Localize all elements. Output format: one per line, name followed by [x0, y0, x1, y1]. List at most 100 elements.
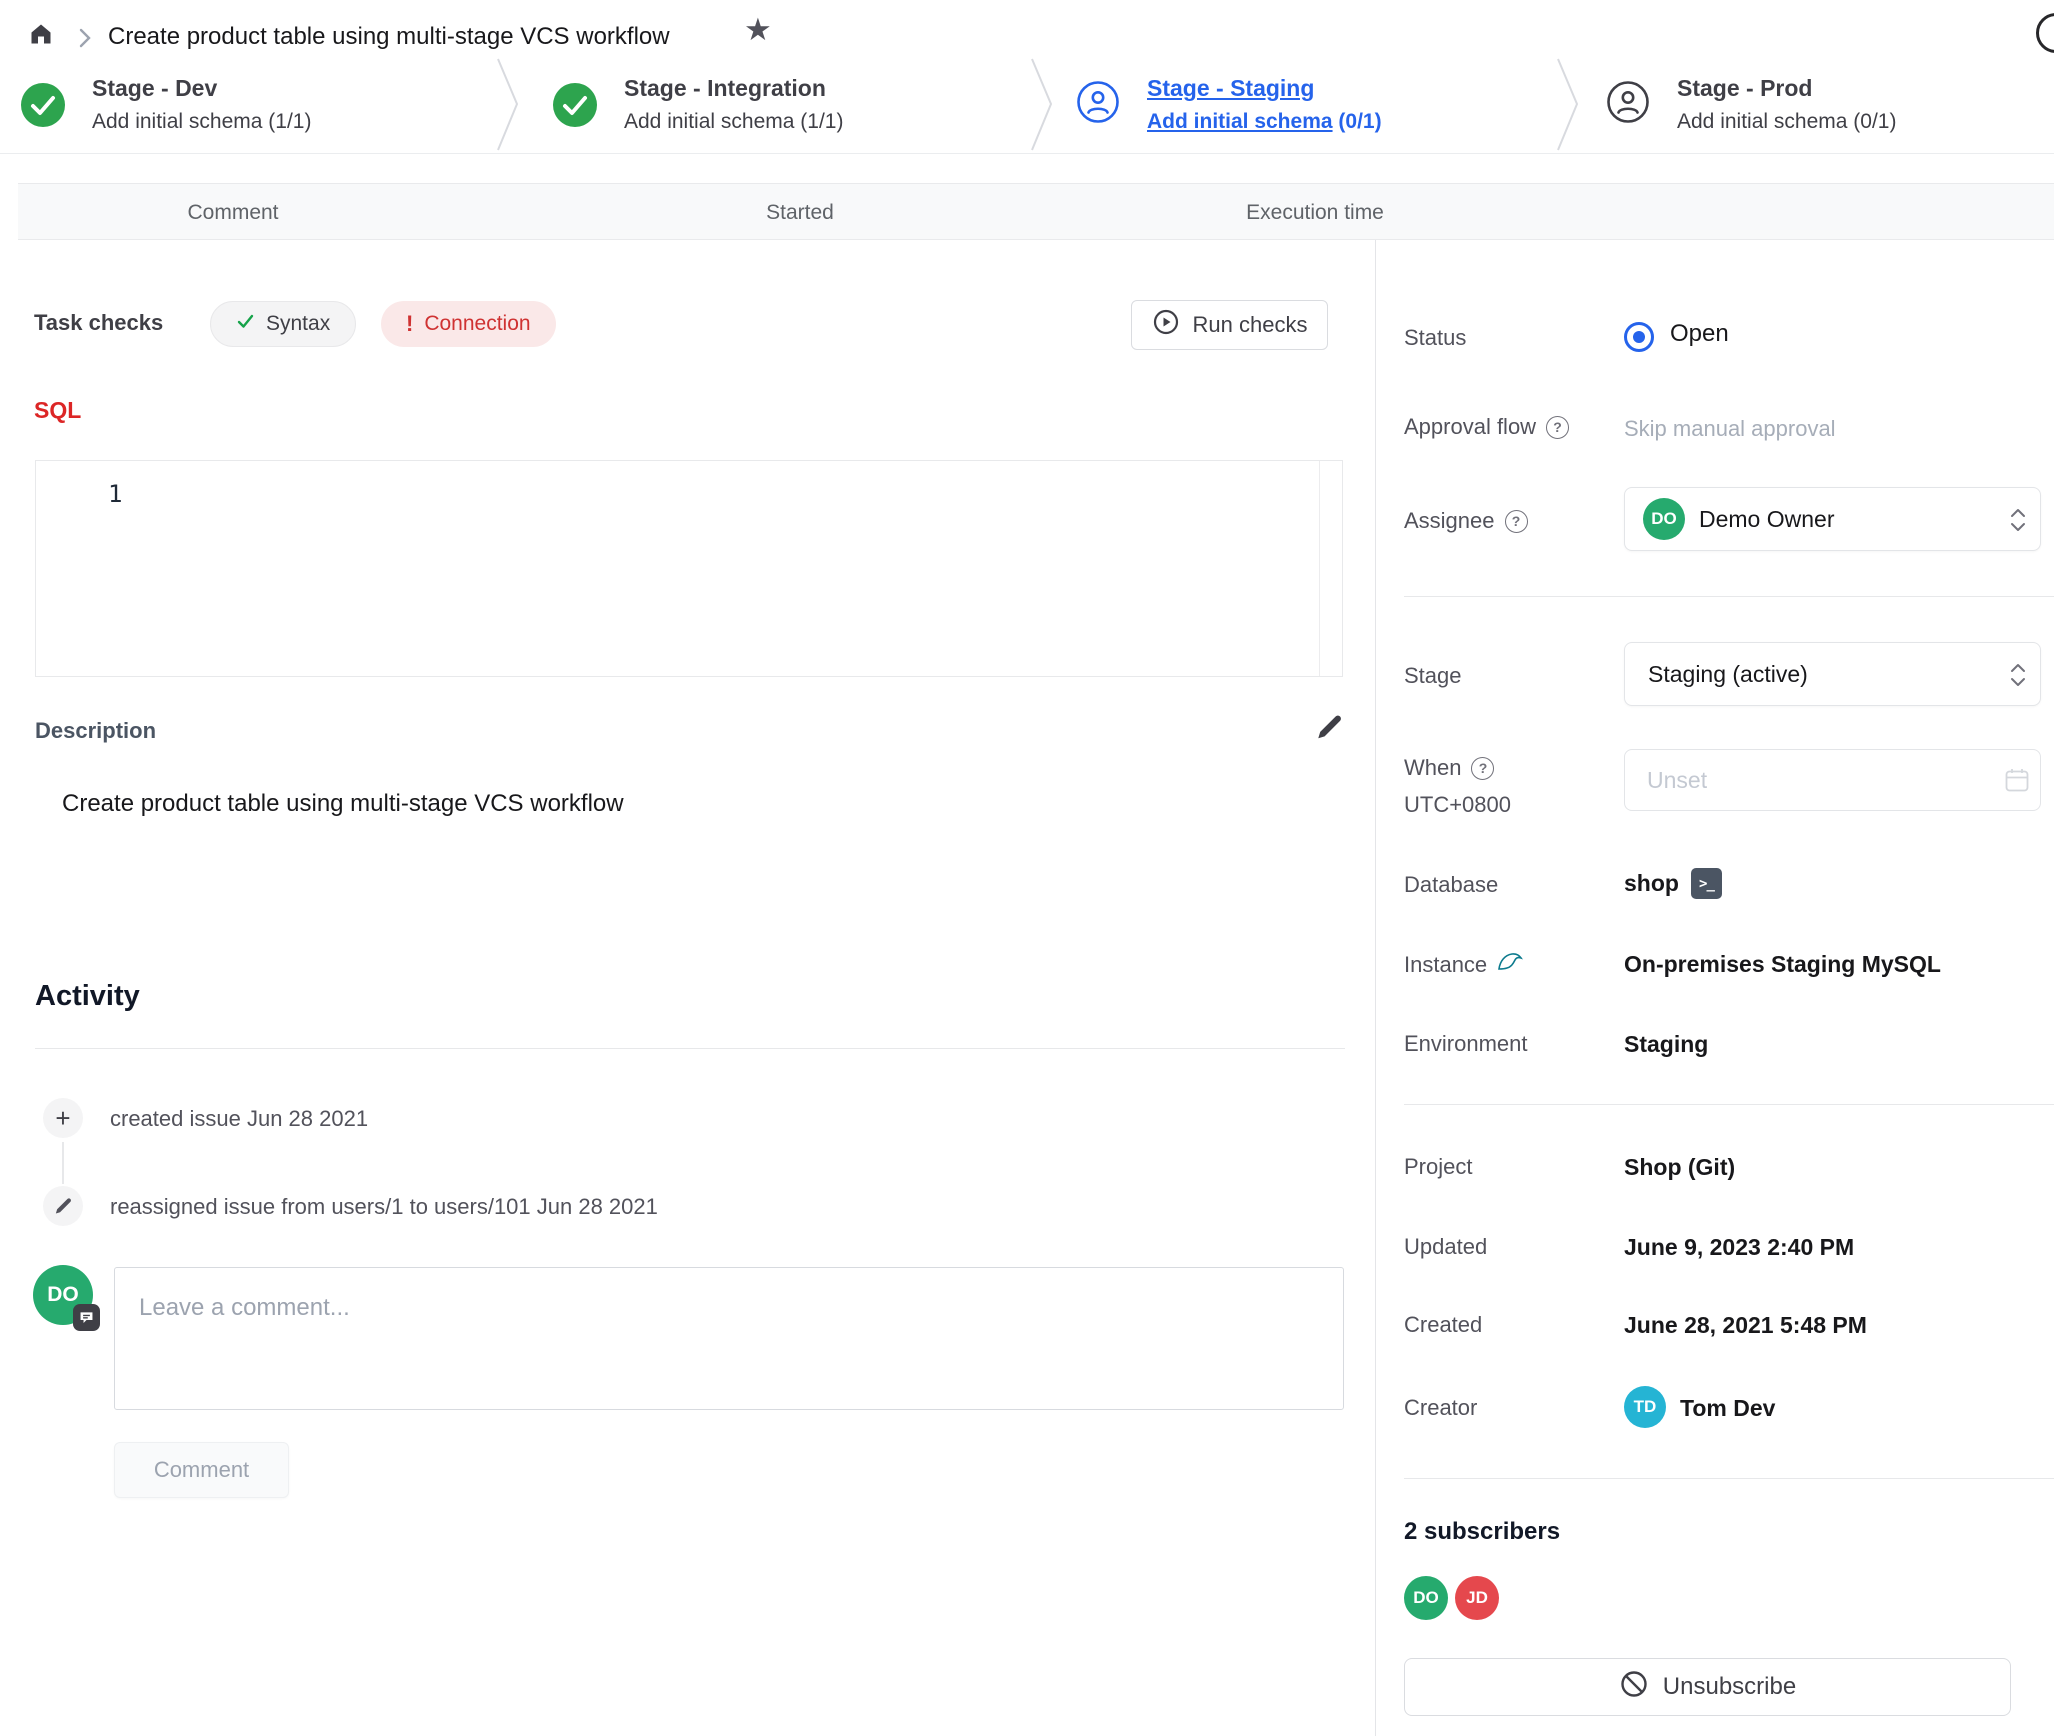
chevron-up-down-icon — [2010, 506, 2026, 539]
home-icon[interactable] — [28, 21, 54, 52]
stage-title[interactable]: Stage - Staging — [1147, 75, 1382, 102]
stage-separator-icon — [1556, 57, 1580, 157]
updated-label: Updated — [1404, 1234, 1487, 1260]
database-link[interactable]: shop >_ — [1624, 868, 1722, 899]
approval-flow-label: Approval flow ? — [1404, 414, 1569, 440]
stage-item-dev[interactable]: Stage - Dev Add initial schema (1/1) — [21, 55, 311, 154]
divider — [1404, 1478, 2054, 1479]
plus-icon: + — [43, 1098, 83, 1138]
sql-editor[interactable]: 1 — [35, 460, 1343, 677]
status-label: Status — [1404, 325, 1466, 351]
comment-input[interactable] — [114, 1267, 1344, 1410]
stage-label: Stage — [1404, 663, 1462, 689]
column-header-started: Started — [766, 201, 834, 225]
when-input[interactable] — [1624, 749, 2041, 811]
stage-item-integration[interactable]: Stage - Integration Add initial schema (… — [553, 55, 843, 154]
project-label: Project — [1404, 1154, 1472, 1180]
assignee-value: Demo Owner — [1699, 506, 1834, 533]
task-checks-label: Task checks — [34, 310, 163, 336]
stage-pipeline: Stage - Dev Add initial schema (1/1) Sta… — [0, 55, 2054, 154]
assignee-label: Assignee ? — [1404, 508, 1528, 534]
divider — [1404, 596, 2054, 597]
stage-count: (0/1) — [1338, 110, 1381, 133]
breadcrumb-chevron-icon — [76, 25, 94, 56]
help-icon[interactable]: ? — [1546, 416, 1569, 439]
project-value[interactable]: Shop (Git) — [1624, 1154, 1735, 1181]
edit-pencil-icon[interactable] — [1314, 712, 1344, 747]
stage-value: Staging (active) — [1643, 661, 1808, 688]
mysql-dolphin-icon — [1497, 951, 1523, 979]
stage-select[interactable]: Staging (active) — [1624, 642, 2041, 706]
connection-check-label: Connection — [424, 312, 530, 336]
sql-editor-scrollbar[interactable] — [1319, 461, 1320, 676]
pencil-icon — [43, 1186, 83, 1226]
corner-circle-icon[interactable] — [2036, 13, 2054, 53]
terminal-icon[interactable]: >_ — [1691, 868, 1722, 899]
stage-task: Add initial schema — [624, 110, 794, 133]
stage-item-prod[interactable]: Stage - Prod Add initial schema (0/1) — [1606, 55, 1896, 154]
divider — [1404, 1104, 2054, 1105]
environment-value: Staging — [1624, 1031, 1708, 1058]
syntax-check-pill[interactable]: Syntax — [210, 301, 356, 347]
sql-section-label: SQL — [34, 397, 81, 424]
divider — [35, 1048, 1345, 1049]
task-table-header: Comment Started Execution time — [18, 183, 2054, 240]
stage-title: Stage - Dev — [92, 75, 311, 102]
stage-count: (1/1) — [268, 110, 311, 133]
person-circle-icon — [1076, 80, 1120, 129]
created-value: June 28, 2021 5:48 PM — [1624, 1312, 1867, 1339]
creator-value[interactable]: Tom Dev — [1680, 1395, 1775, 1422]
chevron-up-down-icon — [2010, 661, 2026, 694]
syntax-check-label: Syntax — [266, 312, 330, 336]
calendar-icon[interactable] — [2004, 767, 2030, 798]
avatar: DO — [1404, 1576, 1448, 1620]
activity-item: created issue Jun 28 2021 — [110, 1106, 368, 1132]
help-icon[interactable]: ? — [1505, 510, 1528, 533]
check-circle-icon — [21, 83, 65, 127]
stage-task-link[interactable]: Add initial schema — [1147, 110, 1333, 133]
stage-separator-icon — [1030, 57, 1054, 157]
instance-value[interactable]: On-premises Staging MySQL — [1624, 951, 1941, 978]
comment-button[interactable]: Comment — [114, 1442, 289, 1498]
stage-separator-icon — [496, 57, 520, 157]
database-value[interactable]: shop — [1624, 870, 1679, 897]
avatar: DO — [33, 1265, 93, 1325]
check-circle-icon — [553, 83, 597, 127]
column-header-execution-time: Execution time — [1246, 201, 1384, 225]
page-title: Create product table using multi-stage V… — [108, 23, 670, 51]
run-checks-label: Run checks — [1193, 312, 1308, 338]
timeline-connector — [62, 1142, 64, 1184]
assignee-select[interactable]: DO Demo Owner — [1624, 487, 2041, 551]
creator-label: Creator — [1404, 1395, 1477, 1421]
check-icon — [236, 312, 255, 336]
when-timezone: UTC+0800 — [1404, 792, 1511, 818]
description-label: Description — [35, 718, 156, 744]
instance-label: Instance — [1404, 951, 1523, 979]
connection-check-pill[interactable]: ! Connection — [381, 301, 556, 347]
stage-title: Stage - Prod — [1677, 75, 1896, 102]
unsubscribe-button[interactable]: Unsubscribe — [1404, 1658, 2011, 1716]
approval-flow-value: Skip manual approval — [1624, 416, 1836, 442]
activity-heading: Activity — [35, 980, 140, 1013]
stage-item-staging[interactable]: Stage - Staging Add initial schema (0/1) — [1076, 55, 1382, 154]
issue-sidebar: Status Open Approval flow ? Skip manual … — [1375, 240, 2054, 1736]
stage-task: Add initial schema — [1677, 110, 1847, 133]
column-header-comment: Comment — [187, 201, 278, 225]
stage-count: (0/1) — [1853, 110, 1896, 133]
stage-task: Add initial schema — [92, 110, 262, 133]
run-checks-button[interactable]: Run checks — [1131, 300, 1328, 350]
avatar: TD — [1624, 1386, 1666, 1428]
stage-title: Stage - Integration — [624, 75, 843, 102]
when-label: When ? — [1404, 755, 1494, 781]
stage-count: (1/1) — [800, 110, 843, 133]
no-entry-icon — [1619, 1669, 1649, 1706]
play-circle-icon — [1152, 308, 1180, 342]
description-text: Create product table using multi-stage V… — [62, 790, 624, 818]
avatar: JD — [1455, 1576, 1499, 1620]
created-label: Created — [1404, 1312, 1482, 1338]
updated-value: June 9, 2023 2:40 PM — [1624, 1234, 1854, 1261]
help-icon[interactable]: ? — [1471, 757, 1494, 780]
person-circle-icon — [1606, 80, 1650, 129]
star-icon[interactable]: ★ — [744, 14, 772, 45]
issue-page: Create product table using multi-stage V… — [0, 0, 2054, 1736]
